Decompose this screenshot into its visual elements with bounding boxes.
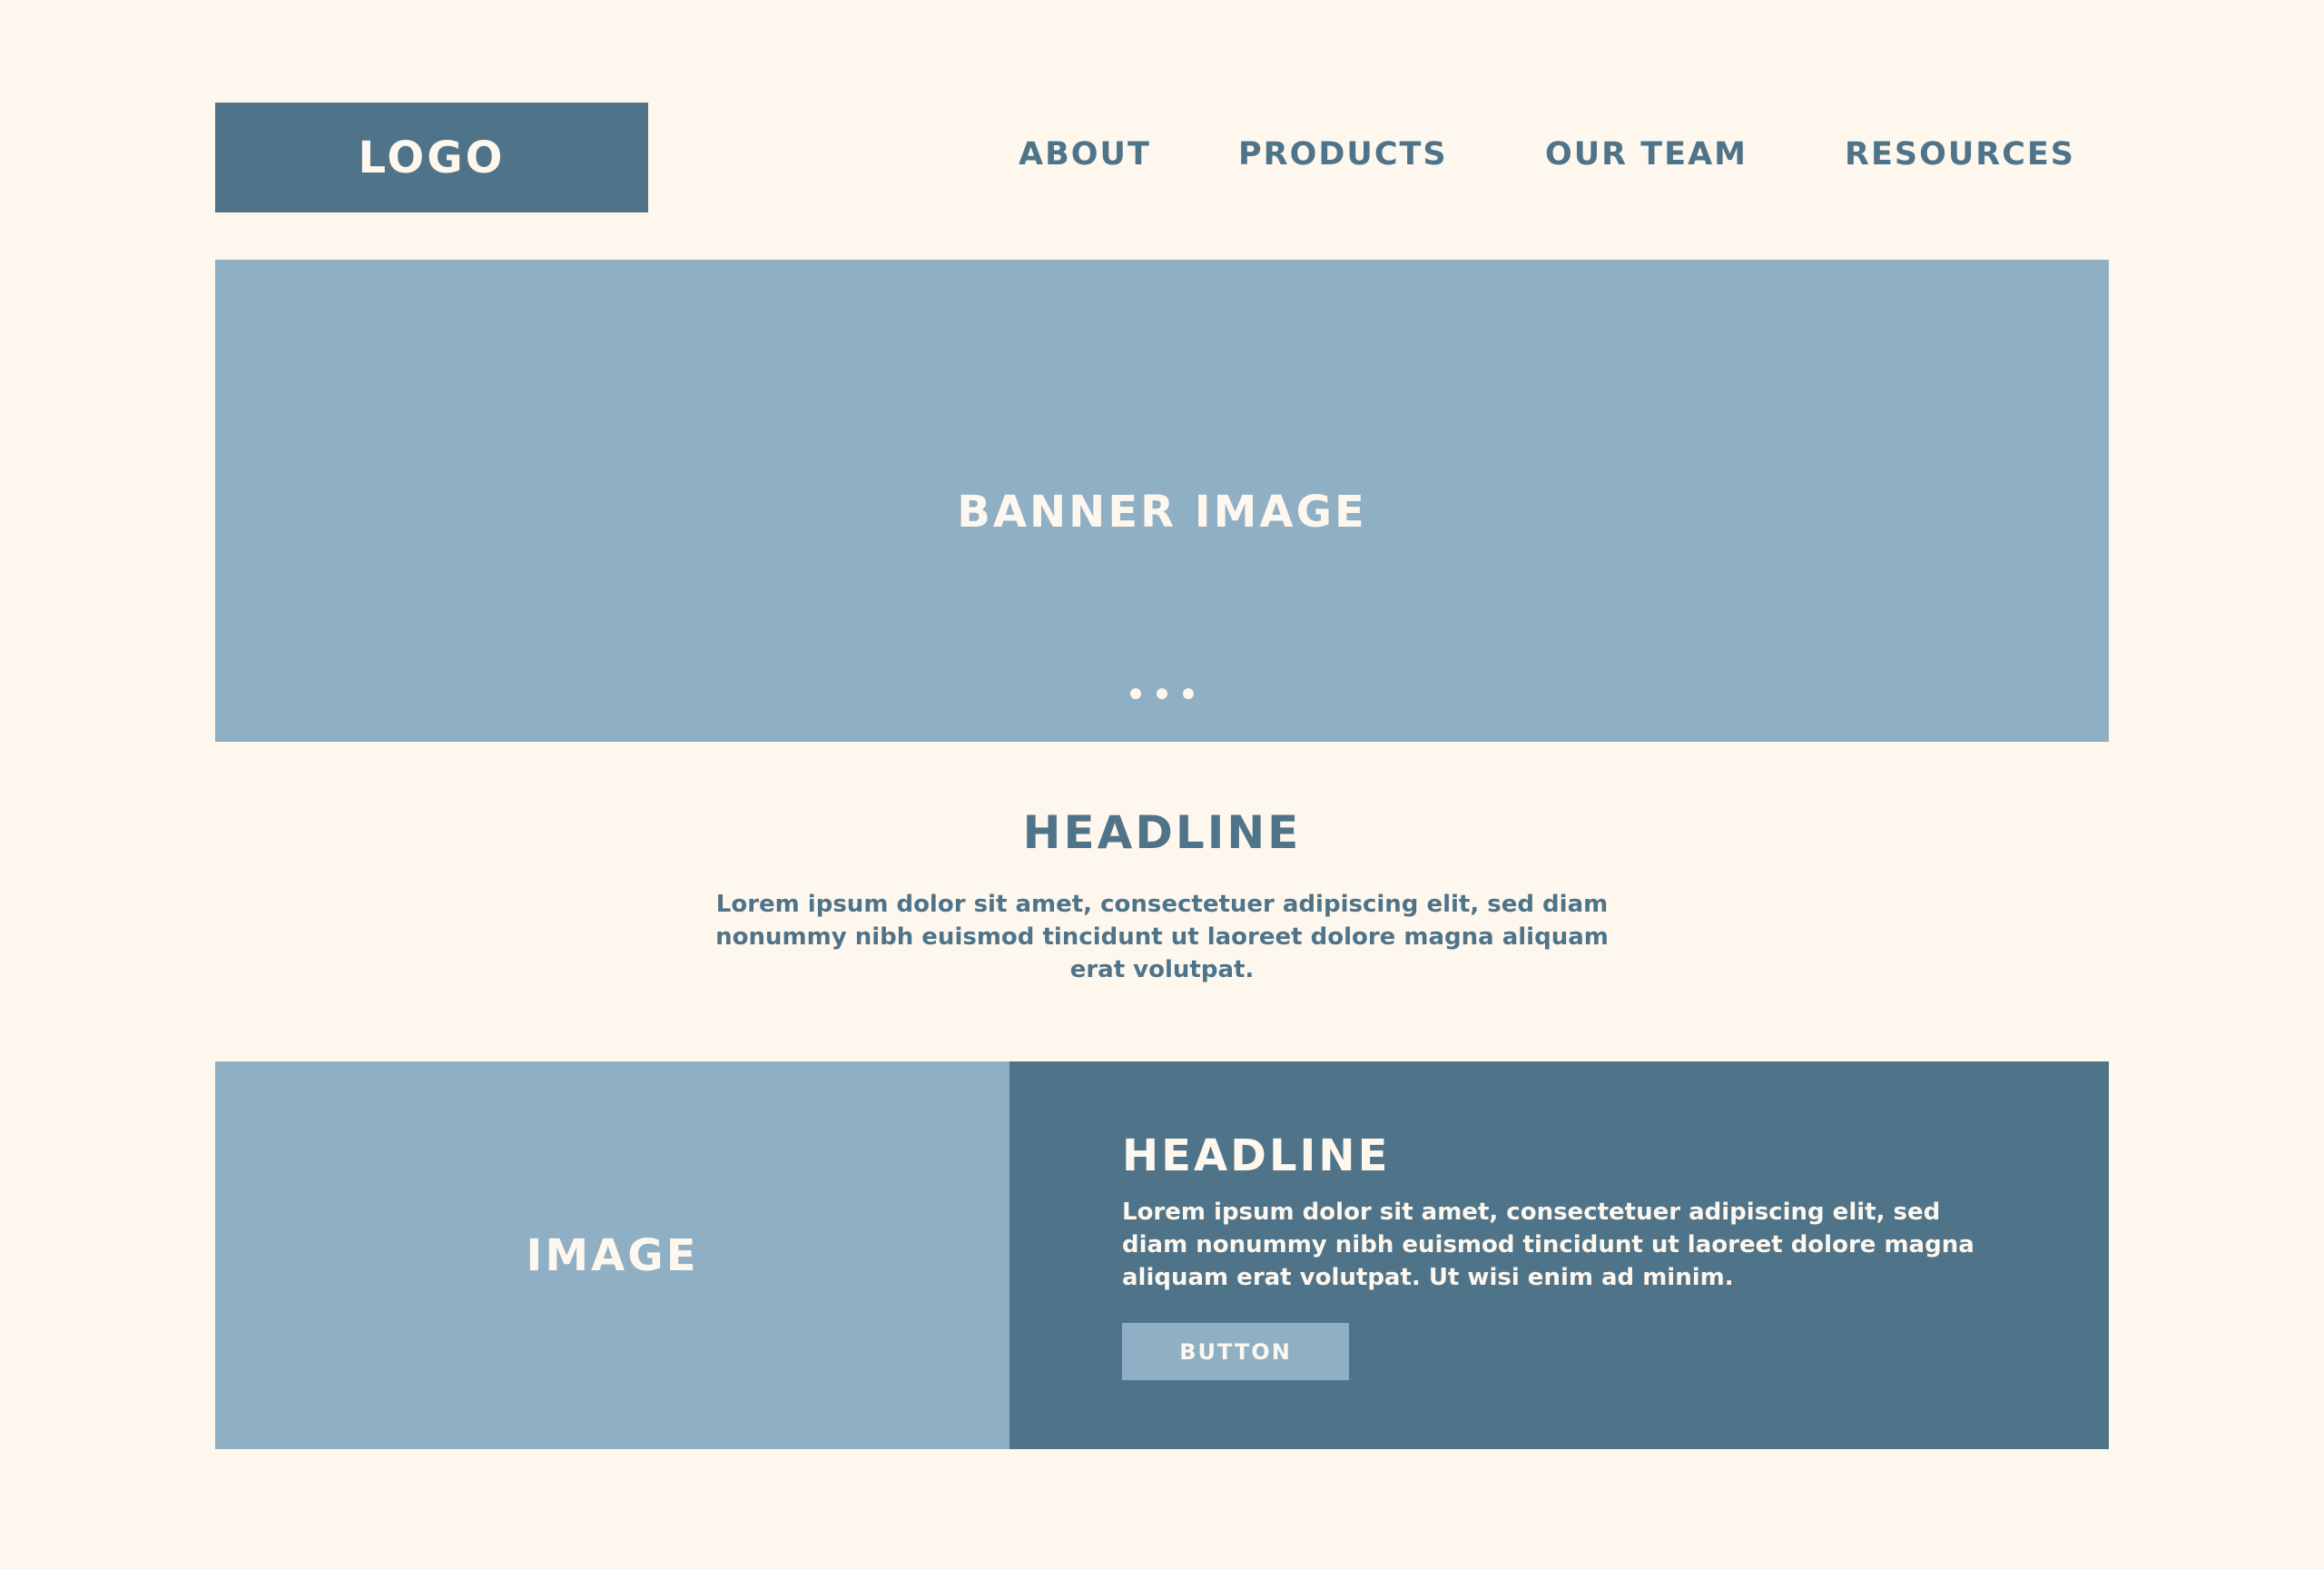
logo[interactable]: LOGO [215, 103, 648, 212]
feature-image: IMAGE [215, 1061, 1009, 1449]
nav-our-team[interactable]: OUR TEAM [1545, 136, 1748, 178]
feature-content: HEADLINE Lorem ipsum dolor sit amet, con… [1009, 1061, 2109, 1449]
banner-image: BANNER IMAGE [215, 260, 2109, 742]
feature-image-label: IMAGE [526, 1229, 699, 1281]
feature-body: Lorem ipsum dolor sit amet, consectetuer… [1122, 1199, 1974, 1291]
carousel-dot[interactable] [1157, 688, 1167, 699]
feature-button[interactable]: BUTTON [1122, 1323, 1349, 1380]
nav-resources[interactable]: RESOURCES [1845, 136, 2075, 178]
carousel-dot[interactable] [1130, 688, 1141, 699]
nav-products[interactable]: PRODUCTS [1238, 136, 1448, 178]
carousel-dot[interactable] [1183, 688, 1194, 699]
carousel-dots [215, 688, 2109, 699]
intro-headline: HEADLINE [1022, 806, 1302, 859]
banner-label: BANNER IMAGE [957, 487, 1367, 538]
nav-about[interactable]: ABOUT [1019, 136, 1151, 178]
intro-body: Lorem ipsum dolor sit amet, consectetuer… [715, 891, 1609, 983]
feature-headline: HEADLINE [1122, 1130, 1391, 1181]
